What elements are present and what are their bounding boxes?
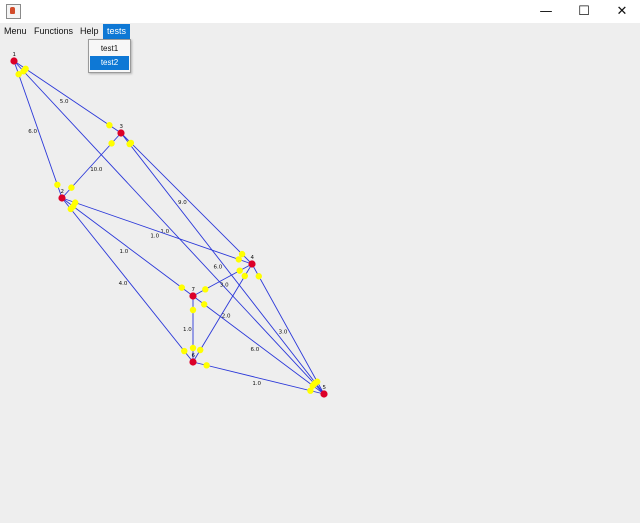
graph-node-label: 7 <box>192 287 196 293</box>
graph-node-1[interactable] <box>10 57 18 65</box>
graph-node-2[interactable] <box>58 194 66 202</box>
edge-arrow-marker <box>54 181 61 188</box>
graph-node-5[interactable] <box>320 390 328 398</box>
edge-arrow-marker <box>307 387 314 394</box>
edge-3-5 <box>120 132 325 395</box>
edge-arrow-marker <box>108 140 115 147</box>
edge-arrow-marker <box>67 205 74 213</box>
edge-weight-label: 3.0 <box>220 282 229 288</box>
graph-node-label: 2 <box>61 189 65 195</box>
edge-2-6 <box>61 197 194 363</box>
graph-node-label: 6 <box>192 353 196 359</box>
edge-weight-label: 6.0 <box>251 347 260 353</box>
edge-arrow-marker <box>201 301 208 308</box>
graph-node-label: 4 <box>251 255 255 261</box>
edge-arrow-marker <box>189 344 197 352</box>
edge-6-5 <box>192 361 325 395</box>
edge-arrow-marker <box>126 140 133 148</box>
edge-arrow-marker <box>236 267 243 274</box>
edge-weight-label: 6.0 <box>214 265 223 271</box>
edge-weight-label: 4.0 <box>119 281 128 287</box>
edge-arrow-marker <box>238 250 246 258</box>
edge-arrow-marker <box>235 256 242 263</box>
edge-arrow-marker <box>197 346 204 354</box>
edge-1-2 <box>13 60 63 199</box>
edge-2-4 <box>61 197 253 265</box>
edge-arrow-marker <box>20 68 27 75</box>
edge-arrow-marker <box>255 273 262 280</box>
edge-weight-label: 10.0 <box>90 167 103 173</box>
edge-arrow-marker <box>203 362 210 369</box>
menu-item-test2[interactable]: test2 <box>90 56 129 70</box>
graph-node-label: 5 <box>323 385 327 391</box>
edge-weight-label: 1.0 <box>252 381 261 387</box>
edge-7-4 <box>192 263 253 297</box>
graph-node-label: 1 <box>13 52 17 58</box>
edge-2-7 <box>61 197 194 297</box>
edge-weight-label: 9.0 <box>178 200 187 206</box>
edge-arrow-marker <box>314 378 321 385</box>
edge-arrow-marker <box>202 286 209 293</box>
graph-node-4[interactable] <box>248 260 256 268</box>
edge-7-5 <box>192 295 325 395</box>
edge-4-5 <box>251 263 325 395</box>
edge-arrow-marker <box>178 284 185 291</box>
menu-item-test1[interactable]: test1 <box>90 42 129 56</box>
edge-weight-label: 1.0 <box>120 249 129 255</box>
edge-arrow-marker <box>181 347 188 355</box>
edge-arrow-marker <box>189 306 197 314</box>
edge-1-5 <box>13 60 325 395</box>
graph-node-7[interactable] <box>189 292 197 300</box>
edge-weight-label: 1.0 <box>150 234 159 240</box>
edge-arrow-marker <box>68 184 75 191</box>
edge-weight-label: 1.0 <box>183 327 192 333</box>
edge-arrow-marker <box>241 272 248 280</box>
tests-dropdown-menu: test1 test2 <box>88 39 131 73</box>
edge-weight-label: 3.0 <box>279 329 288 335</box>
graph-node-3[interactable] <box>117 129 125 137</box>
edge-3-4 <box>120 132 253 265</box>
edge-weight-label: 5.0 <box>60 99 69 105</box>
graph-node-6[interactable] <box>189 358 197 366</box>
edge-arrow-marker <box>106 121 113 129</box>
graph-node-label: 3 <box>120 124 124 130</box>
edge-weight-label: 6.0 <box>28 129 37 135</box>
graph-canvas[interactable]: 5.06.01.010.09.01.01.04.06.03.01.02.06.0… <box>0 0 640 523</box>
